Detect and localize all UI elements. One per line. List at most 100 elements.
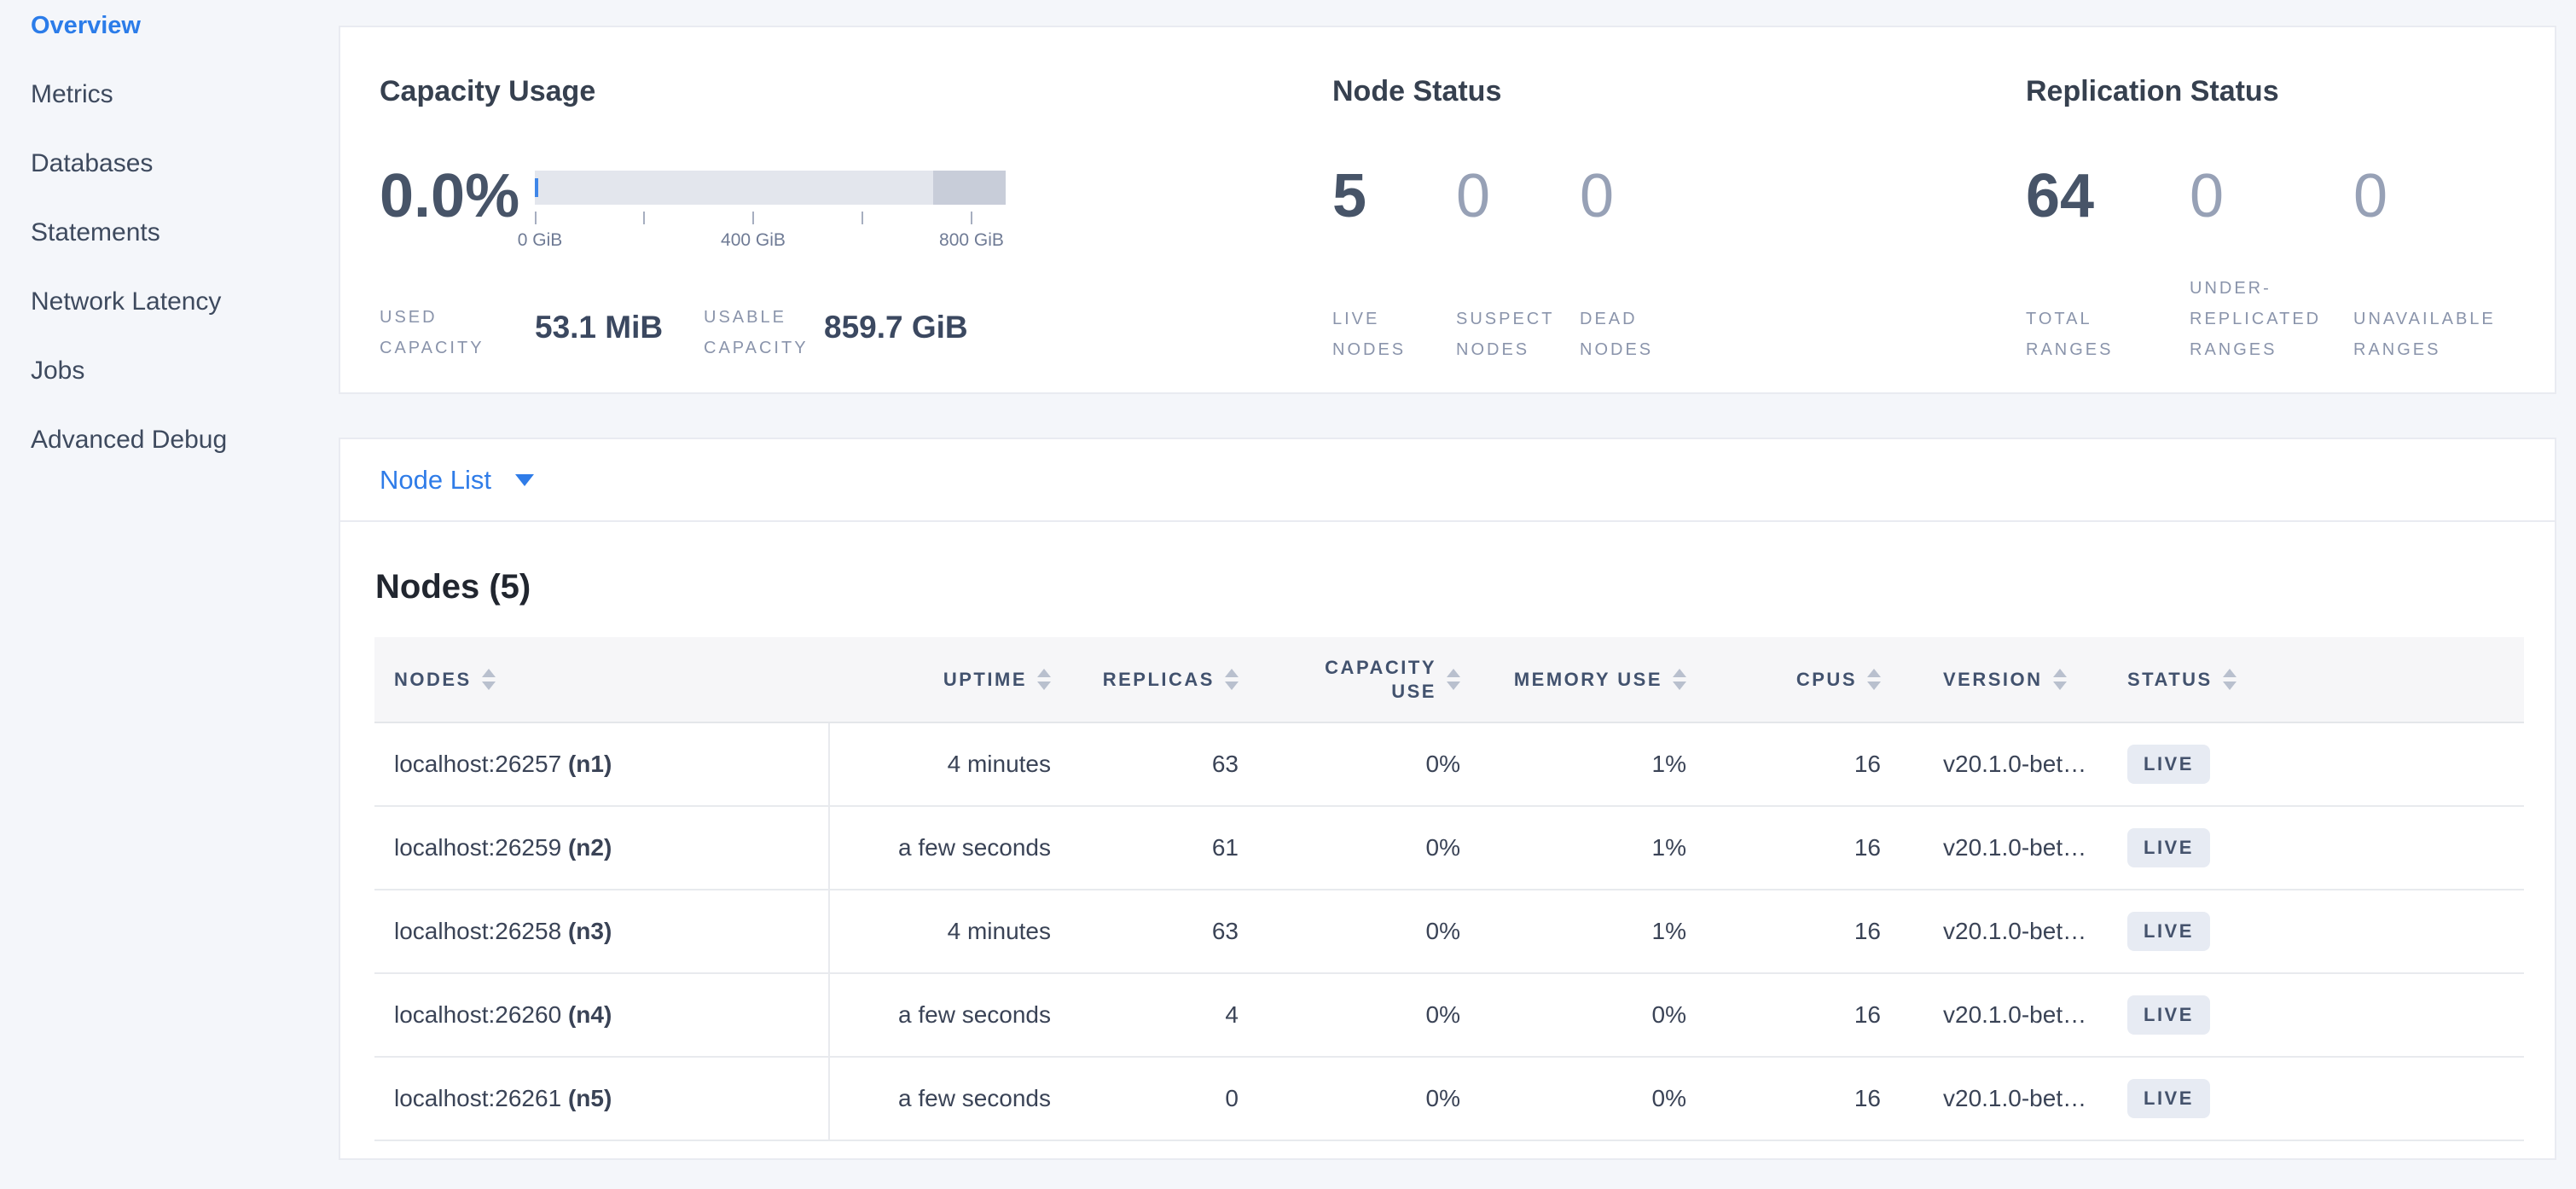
status-badge: LIVE: [2127, 1079, 2210, 1118]
node-status-title: Node Status: [1332, 75, 1501, 108]
node-address: localhost:26259: [394, 834, 561, 861]
sidebar-item-metrics[interactable]: Metrics: [31, 82, 339, 107]
dead-nodes-value: 0: [1580, 164, 1703, 229]
live-nodes-value: 5: [1332, 164, 1456, 229]
total-ranges-value: 64: [2026, 164, 2190, 229]
dead-nodes-stat: 0 DEAD NODES: [1580, 164, 1703, 365]
uptime-cell: a few seconds: [829, 973, 1085, 1057]
used-capacity-label: USED CAPACITY: [380, 302, 508, 363]
usable-capacity-value: 859.7 GiB: [824, 309, 968, 346]
sidebar-item-advanced-debug[interactable]: Advanced Debug: [31, 427, 339, 453]
node-address: localhost:26257: [394, 751, 561, 777]
column-header-capacity-use[interactable]: CAPACITY USE: [1273, 637, 1494, 722]
total-ranges-label: TOTAL RANGES: [2026, 304, 2137, 365]
capacity-usage-section: Capacity Usage 0.0% 0 GiB 400 GiB 800 Gi…: [380, 27, 1318, 392]
node-list-card: Node List Nodes (5) NODES UPTIME REPLICA…: [339, 438, 2556, 1160]
version-cell: v20.1.0-bet…: [1915, 1057, 2102, 1140]
column-label: MEMORY USE: [1514, 669, 1662, 691]
chevron-down-icon: [515, 474, 534, 486]
table-row[interactable]: localhost:26258 (n3) 4 minutes 63 0% 1% …: [374, 890, 2524, 973]
memory-use-cell: 1%: [1494, 722, 1720, 806]
capacity-use-cell: 0%: [1273, 806, 1494, 890]
replicas-cell: 0: [1085, 1057, 1273, 1140]
column-header-replicas[interactable]: REPLICAS: [1085, 637, 1273, 722]
axis-label-400: 400 GiB: [721, 230, 786, 251]
column-header-memory-use[interactable]: MEMORY USE: [1494, 637, 1720, 722]
total-ranges-stat: 64 TOTAL RANGES: [2026, 164, 2190, 365]
sidebar-item-overview[interactable]: Overview: [31, 13, 339, 38]
status-badge: LIVE: [2127, 912, 2210, 951]
cpus-cell: 16: [1720, 722, 1915, 806]
table-header-row: NODES UPTIME REPLICAS CAPACITY USE MEMOR…: [374, 637, 2524, 722]
version-cell: v20.1.0-bet…: [1915, 722, 2102, 806]
replication-status-title: Replication Status: [2026, 75, 2279, 108]
used-capacity-value: 53.1 MiB: [535, 309, 663, 346]
status-badge: LIVE: [2127, 828, 2210, 867]
node-address: localhost:26258: [394, 918, 561, 944]
axis-tick: [971, 212, 972, 224]
memory-use-cell: 1%: [1494, 806, 1720, 890]
capacity-bar-chart: 0 GiB 400 GiB 800 GiB: [535, 171, 1006, 256]
column-header-cpus[interactable]: CPUS: [1720, 637, 1915, 722]
node-id: (n1): [568, 751, 612, 777]
memory-use-cell: 0%: [1494, 1057, 1720, 1140]
node-id: (n4): [568, 1001, 612, 1028]
status-badge: LIVE: [2127, 745, 2210, 784]
table-row[interactable]: localhost:26259 (n2) a few seconds 61 0%…: [374, 806, 2524, 890]
table-row[interactable]: localhost:26257 (n1) 4 minutes 63 0% 1% …: [374, 722, 2524, 806]
replication-status-section: Replication Status 64 TOTAL RANGES 0 UND…: [2026, 27, 2538, 392]
uptime-cell: a few seconds: [829, 806, 1085, 890]
capacity-bar-nonusable-segment: [933, 171, 1006, 205]
column-label: CPUS: [1796, 669, 1857, 691]
sidebar: Overview Metrics Databases Statements Ne…: [0, 0, 339, 1189]
capacity-use-cell: 0%: [1273, 722, 1494, 806]
node-id: (n3): [568, 918, 612, 944]
sidebar-item-network-latency[interactable]: Network Latency: [31, 289, 339, 315]
cpus-cell: 16: [1720, 1057, 1915, 1140]
sort-icon: [1225, 669, 1239, 690]
capacity-use-cell: 0%: [1273, 890, 1494, 973]
sort-icon: [1867, 669, 1881, 690]
under-replicated-ranges-value: 0: [2190, 164, 2353, 229]
node-address: localhost:26261: [394, 1085, 561, 1111]
column-label: VERSION: [1943, 669, 2043, 691]
uptime-cell: a few seconds: [829, 1057, 1085, 1140]
under-replicated-ranges-label: UNDER-REPLICATED RANGES: [2190, 273, 2339, 365]
cpus-cell: 16: [1720, 973, 1915, 1057]
nodes-table-title: Nodes (5): [375, 568, 2555, 606]
version-cell: v20.1.0-bet…: [1915, 890, 2102, 973]
axis-tick: [643, 212, 645, 224]
dead-nodes-label: DEAD NODES: [1580, 304, 1691, 365]
column-header-uptime[interactable]: UPTIME: [829, 637, 1085, 722]
column-label: UPTIME: [943, 669, 1027, 691]
cpus-cell: 16: [1720, 890, 1915, 973]
sidebar-item-jobs[interactable]: Jobs: [31, 358, 339, 384]
column-label: CAPACITY USE: [1321, 656, 1436, 704]
axis-tick: [535, 212, 537, 224]
nodes-table: NODES UPTIME REPLICAS CAPACITY USE MEMOR…: [374, 637, 2521, 1141]
live-nodes-label: LIVE NODES: [1332, 304, 1443, 365]
table-row[interactable]: localhost:26260 (n4) a few seconds 4 0% …: [374, 973, 2524, 1057]
uptime-cell: 4 minutes: [829, 890, 1085, 973]
version-cell: v20.1.0-bet…: [1915, 973, 2102, 1057]
sort-icon: [1673, 669, 1686, 690]
capacity-bar-axis: 0 GiB 400 GiB 800 GiB: [535, 205, 1006, 256]
node-list-selector[interactable]: Node List: [340, 439, 2555, 522]
capacity-percent: 0.0%: [380, 164, 519, 229]
column-header-status[interactable]: STATUS: [2102, 637, 2524, 722]
node-status-section: Node Status 5 LIVE NODES 0 SUSPECT NODES…: [1332, 27, 1998, 392]
unavailable-ranges-stat: 0 UNAVAILABLE RANGES: [2353, 164, 2517, 365]
status-badge: LIVE: [2127, 995, 2210, 1035]
sort-icon: [1447, 669, 1460, 690]
usable-capacity-label: USABLE CAPACITY: [704, 302, 832, 363]
node-list-selector-label: Node List: [380, 465, 491, 496]
node-address: localhost:26260: [394, 1001, 561, 1028]
column-header-version[interactable]: VERSION: [1915, 637, 2102, 722]
table-row[interactable]: localhost:26261 (n5) a few seconds 0 0% …: [374, 1057, 2524, 1140]
sidebar-item-statements[interactable]: Statements: [31, 220, 339, 246]
column-header-nodes[interactable]: NODES: [374, 637, 829, 722]
uptime-cell: 4 minutes: [829, 722, 1085, 806]
sidebar-item-databases[interactable]: Databases: [31, 151, 339, 177]
suspect-nodes-value: 0: [1456, 164, 1580, 229]
unavailable-ranges-label: UNAVAILABLE RANGES: [2353, 304, 2503, 365]
